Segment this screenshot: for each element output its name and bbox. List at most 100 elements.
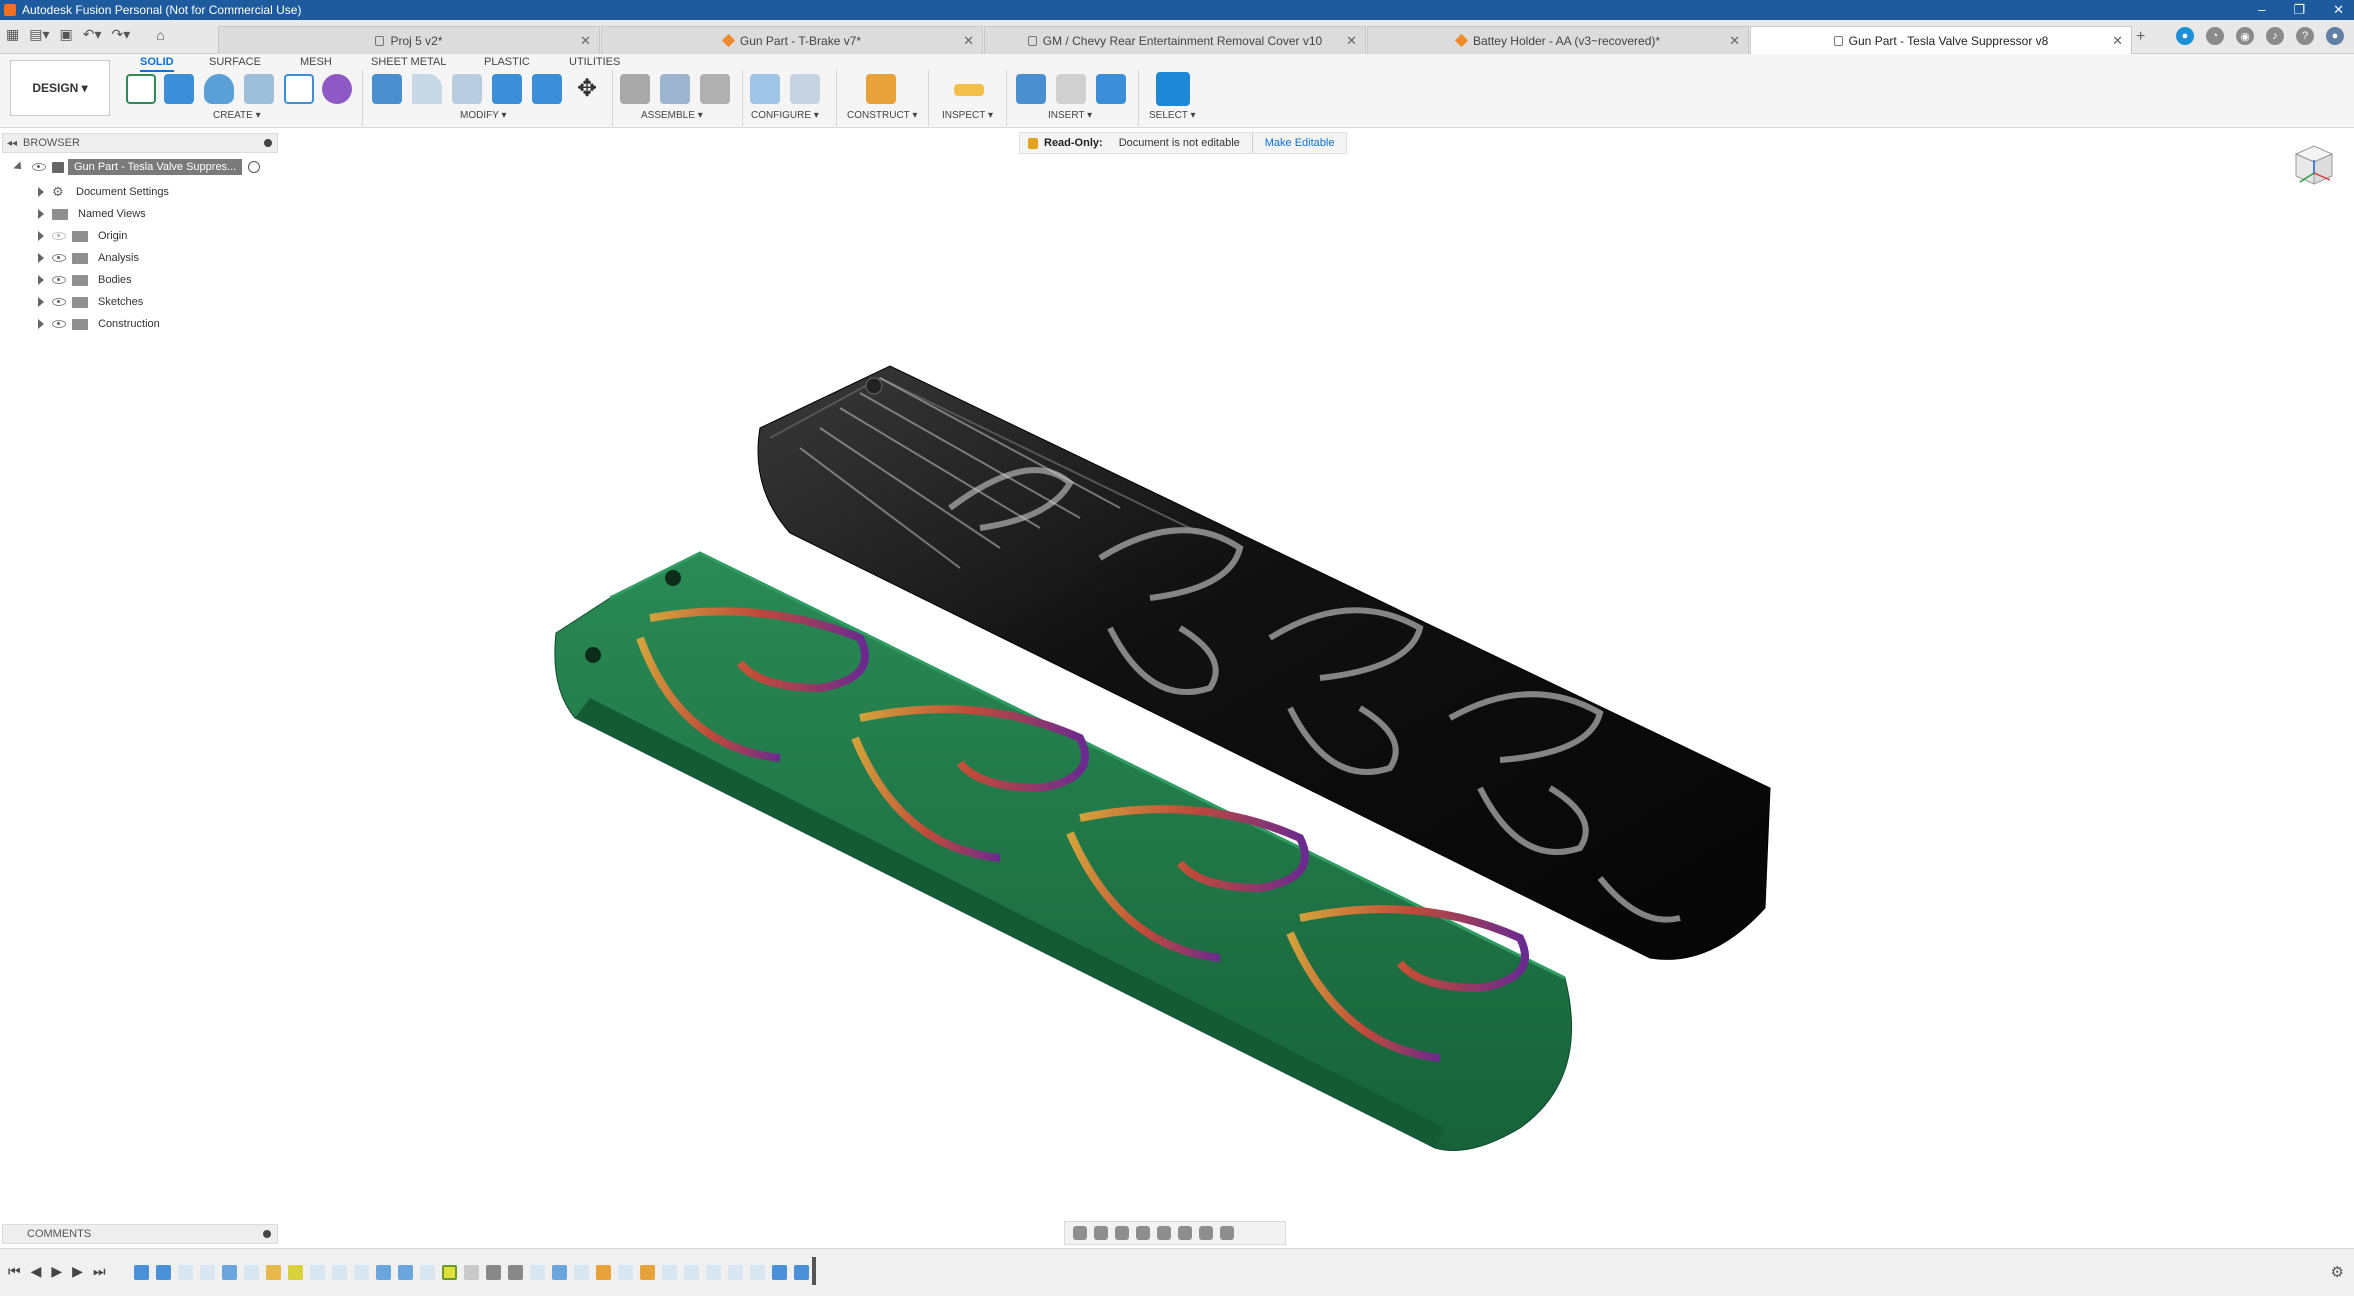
timeline-feature[interactable] bbox=[156, 1265, 171, 1280]
step-forward-icon[interactable]: ▶ bbox=[72, 1263, 83, 1280]
timeline-feature[interactable] bbox=[398, 1265, 413, 1280]
construct-menu[interactable]: CONSTRUCT ▾ bbox=[847, 110, 917, 121]
timeline-feature[interactable] bbox=[750, 1265, 765, 1280]
configure-menu[interactable]: CONFIGURE ▾ bbox=[751, 110, 819, 121]
timeline-feature[interactable] bbox=[662, 1265, 677, 1280]
modify-menu[interactable]: MODIFY ▾ bbox=[460, 110, 507, 121]
workspace-switcher[interactable]: DESIGN ▾ bbox=[10, 60, 110, 116]
timeline-feature[interactable] bbox=[618, 1265, 633, 1280]
timeline-feature[interactable] bbox=[354, 1265, 369, 1280]
timeline-feature[interactable] bbox=[464, 1265, 479, 1280]
minimize-icon[interactable]: – bbox=[2258, 0, 2265, 20]
tab-solid[interactable]: SOLID bbox=[140, 56, 174, 72]
timeline-feature[interactable] bbox=[222, 1265, 237, 1280]
comments-panel[interactable]: COMMENTS bbox=[2, 1224, 278, 1244]
offset-plane-icon[interactable] bbox=[866, 74, 896, 104]
insert-mesh-icon[interactable] bbox=[1056, 74, 1086, 104]
visibility-icon[interactable] bbox=[52, 254, 66, 262]
collapse-panel-icon[interactable]: ◂◂ bbox=[7, 138, 17, 149]
select-menu[interactable]: SELECT ▾ bbox=[1149, 110, 1196, 121]
pattern-icon[interactable] bbox=[284, 74, 314, 104]
undo-icon[interactable]: ↶▾ bbox=[83, 26, 102, 43]
expand-icon[interactable] bbox=[38, 231, 44, 241]
combine-icon[interactable] bbox=[492, 74, 522, 104]
create-sketch-icon[interactable] bbox=[126, 74, 156, 104]
assemble-menu[interactable]: ASSEMBLE ▾ bbox=[641, 110, 703, 121]
timeline-feature[interactable] bbox=[486, 1265, 501, 1280]
tab-close-icon[interactable]: ✕ bbox=[1346, 33, 1357, 49]
restore-icon[interactable]: ❐ bbox=[2293, 0, 2305, 20]
timeline-feature[interactable] bbox=[574, 1265, 589, 1280]
tab-close-icon[interactable]: ✕ bbox=[2112, 33, 2123, 49]
expand-icon[interactable] bbox=[38, 187, 44, 197]
fillet-icon[interactable] bbox=[412, 74, 442, 104]
orbit-icon[interactable] bbox=[1073, 1226, 1087, 1240]
measure-icon[interactable] bbox=[954, 84, 984, 96]
browser-item-bodies[interactable]: Bodies bbox=[38, 270, 132, 290]
form-icon[interactable] bbox=[322, 74, 352, 104]
visibility-icon[interactable] bbox=[32, 163, 46, 171]
move-icon[interactable]: ✥ bbox=[572, 74, 602, 104]
browser-item-sketches[interactable]: Sketches bbox=[38, 292, 143, 312]
tab-close-icon[interactable]: ✕ bbox=[1729, 33, 1740, 49]
file-menu-icon[interactable]: ▤▾ bbox=[29, 26, 49, 43]
pan-icon[interactable] bbox=[1115, 1226, 1129, 1240]
tab-utilities[interactable]: UTILITIES bbox=[569, 56, 620, 68]
app-grid-icon[interactable]: ▦ bbox=[6, 26, 19, 43]
browser-item-named-views[interactable]: Named Views bbox=[38, 204, 146, 224]
timeline-feature[interactable] bbox=[508, 1265, 523, 1280]
timeline-feature[interactable] bbox=[706, 1265, 721, 1280]
expand-icon[interactable] bbox=[13, 161, 25, 173]
timeline-feature[interactable] bbox=[200, 1265, 215, 1280]
configure-icon[interactable] bbox=[750, 74, 780, 104]
zoom-icon[interactable] bbox=[1136, 1226, 1150, 1240]
redo-icon[interactable]: ↷▾ bbox=[112, 26, 131, 43]
fit-icon[interactable] bbox=[1157, 1226, 1171, 1240]
gear-icon[interactable]: ⚙ bbox=[2331, 1263, 2344, 1281]
expand-icon[interactable] bbox=[38, 319, 44, 329]
timeline-feature[interactable] bbox=[552, 1265, 567, 1280]
help-icon[interactable]: ? bbox=[2296, 27, 2314, 45]
play-icon[interactable]: ▶ bbox=[51, 1263, 62, 1280]
visibility-icon[interactable] bbox=[52, 298, 66, 306]
pin-icon[interactable] bbox=[264, 139, 272, 147]
online-status-icon[interactable]: ◉ bbox=[2236, 27, 2254, 45]
display-settings-icon[interactable] bbox=[1178, 1226, 1192, 1240]
timeline-feature[interactable] bbox=[332, 1265, 347, 1280]
expand-icon[interactable] bbox=[38, 209, 44, 219]
insert-mcmaster-icon[interactable] bbox=[1096, 74, 1126, 104]
expand-icon[interactable] bbox=[38, 275, 44, 285]
joint-icon[interactable] bbox=[660, 74, 690, 104]
tab-surface[interactable]: SURFACE bbox=[209, 56, 261, 68]
tab-battey-holder[interactable]: Battey Holder - AA (v3~recovered)* ✕ bbox=[1367, 26, 1749, 54]
timeline-feature[interactable] bbox=[640, 1265, 655, 1280]
shell-icon[interactable] bbox=[532, 74, 562, 104]
timeline-feature[interactable] bbox=[310, 1265, 325, 1280]
tab-tesla-valve[interactable]: Gun Part - Tesla Valve Suppressor v8 ✕ bbox=[1750, 26, 2132, 54]
browser-item-analysis[interactable]: Analysis bbox=[38, 248, 139, 268]
timeline-feature[interactable] bbox=[134, 1265, 149, 1280]
job-status-icon[interactable]: ◔ bbox=[2206, 27, 2224, 45]
hole-icon[interactable] bbox=[244, 74, 274, 104]
timeline-feature[interactable] bbox=[442, 1265, 457, 1280]
pin-icon[interactable] bbox=[263, 1230, 271, 1238]
visibility-icon[interactable] bbox=[52, 276, 66, 284]
timeline-feature[interactable] bbox=[376, 1265, 391, 1280]
save-icon[interactable]: ▣ bbox=[60, 26, 73, 43]
visibility-icon[interactable] bbox=[52, 232, 66, 240]
tab-sheet-metal[interactable]: SHEET METAL bbox=[371, 56, 446, 68]
notifications-icon[interactable]: ♪ bbox=[2266, 27, 2284, 45]
tab-gm-chevy[interactable]: GM / Chevy Rear Entertainment Removal Co… bbox=[984, 26, 1366, 54]
insert-menu[interactable]: INSERT ▾ bbox=[1048, 110, 1092, 121]
close-icon[interactable]: ✕ bbox=[2333, 0, 2344, 20]
chamfer-icon[interactable] bbox=[452, 74, 482, 104]
inspect-menu[interactable]: INSPECT ▾ bbox=[942, 110, 993, 121]
tab-plastic[interactable]: PLASTIC bbox=[484, 56, 530, 68]
look-at-icon[interactable] bbox=[1094, 1226, 1108, 1240]
browser-item-origin[interactable]: Origin bbox=[38, 226, 127, 246]
extensions-icon[interactable]: ● bbox=[2176, 27, 2194, 45]
timeline-feature[interactable] bbox=[178, 1265, 193, 1280]
select-icon[interactable] bbox=[1156, 72, 1190, 106]
insert-image-icon[interactable] bbox=[1016, 74, 1046, 104]
browser-item-document-settings[interactable]: ⚙ Document Settings bbox=[38, 182, 169, 202]
